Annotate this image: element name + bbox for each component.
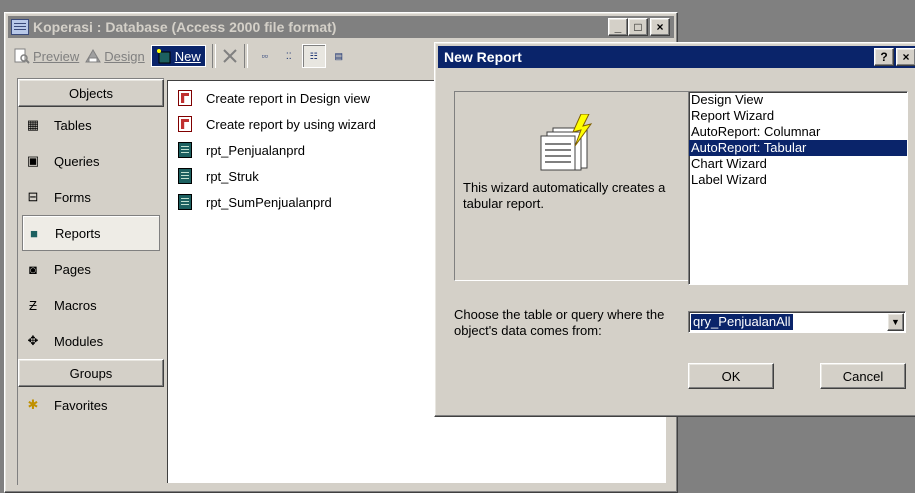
objects-item-tables[interactable]: ▦ Tables [18, 107, 164, 143]
groups-item-favorites[interactable]: ✱ Favorites [18, 387, 164, 423]
objects-header[interactable]: Objects [18, 79, 164, 107]
report-type-option[interactable]: Report Wizard [689, 108, 907, 124]
preview-icon [14, 48, 30, 64]
report-icon [178, 194, 192, 210]
new-report-dialog: New Report ? × This wizard automatically… [434, 42, 915, 417]
ok-button[interactable]: OK [688, 363, 774, 389]
dialog-title-bar[interactable]: New Report ? × [438, 46, 915, 68]
preview-button[interactable]: Preview [14, 48, 79, 64]
list-view-icon: ☷ [309, 50, 318, 61]
create-report-icon [178, 116, 192, 132]
maximize-button[interactable]: □ [628, 18, 648, 36]
list-view-button[interactable]: ☷ [301, 44, 326, 68]
objects-item-macros[interactable]: Ƶ Macros [18, 287, 164, 323]
chevron-down-icon: ▼ [891, 317, 900, 327]
new-button[interactable]: New [150, 45, 206, 67]
macro-icon: Ƶ [29, 297, 37, 313]
design-icon [85, 49, 102, 63]
cancel-button[interactable]: Cancel [820, 363, 906, 389]
delete-button[interactable] [222, 48, 238, 64]
report-type-option[interactable]: Label Wizard [689, 172, 907, 188]
objects-item-reports[interactable]: ■ Reports [22, 215, 160, 251]
wizard-preview-panel: This wizard automatically creates a tabu… [454, 91, 690, 281]
small-icons-view-button[interactable]: ⁚⁚ [278, 45, 300, 67]
dropdown-arrow-button[interactable]: ▼ [887, 313, 904, 331]
objects-item-forms[interactable]: ⊟ Forms [18, 179, 164, 215]
source-combobox[interactable]: qry_PenjualanAll ▼ [688, 311, 906, 333]
large-icons-view-button[interactable]: ▫▫ [254, 45, 276, 67]
groups-header[interactable]: Groups [18, 359, 164, 387]
small-icons-icon: ⁚⁚ [285, 50, 292, 61]
source-value[interactable]: qry_PenjualanAll [691, 314, 793, 330]
toolbar-separator [243, 44, 248, 68]
report-type-option[interactable]: AutoReport: Columnar [689, 124, 907, 140]
design-button[interactable]: Design [85, 48, 145, 64]
close-button[interactable]: × [650, 18, 670, 36]
minimize-button[interactable]: _ [608, 18, 628, 36]
large-icons-icon: ▫▫ [261, 51, 268, 61]
report-type-listbox[interactable]: Design View Report Wizard AutoReport: Co… [688, 91, 908, 285]
dialog-close-button[interactable]: × [896, 48, 915, 66]
report-icon [178, 168, 192, 184]
delete-icon [223, 49, 237, 63]
favorites-icon: ✱ [27, 397, 39, 412]
details-view-button[interactable]: ▤ [328, 45, 350, 67]
toolbar-separator [211, 44, 216, 68]
page-icon: ◙ [29, 261, 37, 277]
table-icon: ▦ [26, 117, 40, 132]
query-icon: ▣ [26, 153, 40, 168]
help-button[interactable]: ? [874, 48, 894, 66]
objects-item-queries[interactable]: ▣ Queries [18, 143, 164, 179]
report-type-option[interactable]: Chart Wizard [689, 156, 907, 172]
report-type-option-selected[interactable]: AutoReport: Tabular [689, 140, 907, 156]
objects-item-modules[interactable]: ✥ Modules [18, 323, 164, 359]
database-icon [11, 19, 29, 35]
report-icon: ■ [30, 225, 38, 241]
objects-bar: Objects ▦ Tables ▣ Queries ⊟ Forms ■ Rep… [17, 78, 164, 485]
tabular-report-wizard-icon [540, 114, 593, 171]
details-view-icon: ▤ [334, 50, 343, 61]
database-title: Koperasi : Database (Access 2000 file fo… [33, 19, 337, 35]
report-type-option[interactable]: Design View [689, 92, 907, 108]
form-icon: ⊟ [27, 189, 39, 204]
dialog-title: New Report [444, 49, 522, 65]
objects-item-pages[interactable]: ◙ Pages [18, 251, 164, 287]
source-label: Choose the table or query where the obje… [454, 307, 665, 338]
wizard-description: This wizard automatically creates a tabu… [463, 180, 666, 211]
report-icon [178, 142, 192, 158]
module-icon: ✥ [27, 333, 39, 348]
new-report-icon [156, 49, 171, 64]
create-report-icon [178, 90, 192, 106]
database-title-bar[interactable]: Koperasi : Database (Access 2000 file fo… [8, 16, 674, 38]
